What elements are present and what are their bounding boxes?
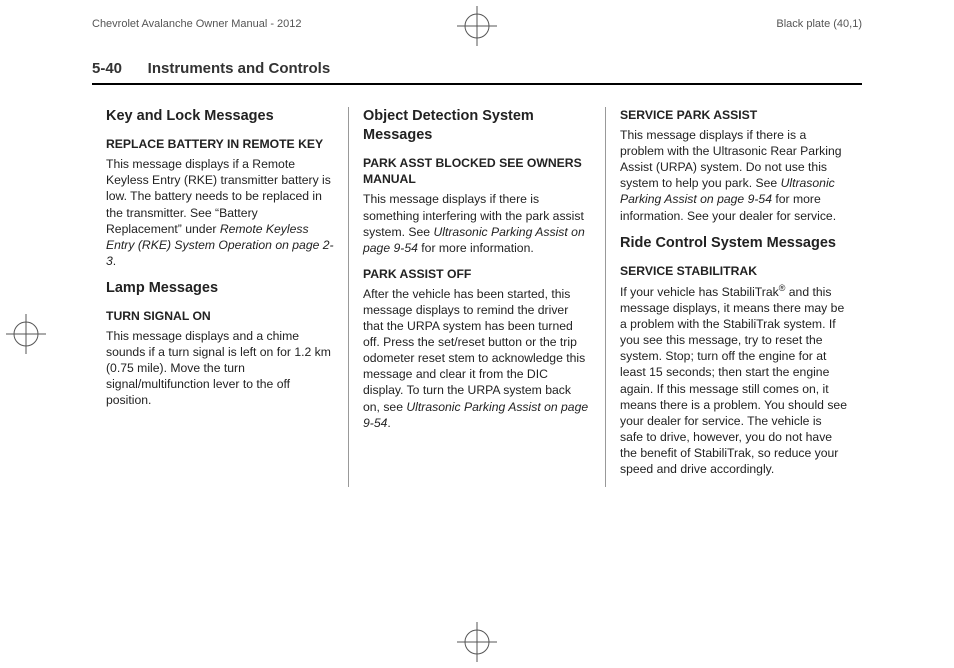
section-title: Instruments and Controls <box>148 60 331 77</box>
msg-body-park-blocked: This message displays if there is someth… <box>363 191 591 255</box>
msg-body-service-stabilitrak: If your vehicle has StabiliTrak® and thi… <box>620 283 848 477</box>
column-2: Object Detection System Messages PARK AS… <box>348 107 605 487</box>
columns: Key and Lock Messages REPLACE BATTERY IN… <box>92 107 862 487</box>
heading-lamp: Lamp Messages <box>106 279 334 298</box>
crop-mark-left-icon <box>6 314 46 354</box>
heading-key-lock: Key and Lock Messages <box>106 107 334 126</box>
text: . <box>387 416 390 430</box>
doc-title: Chevrolet Avalanche Owner Manual - 2012 <box>92 18 302 30</box>
msg-title-replace-battery: REPLACE BATTERY IN REMOTE KEY <box>106 136 334 152</box>
msg-body-park-off: After the vehicle has been started, this… <box>363 286 591 431</box>
text: After the vehicle has been started, this… <box>363 287 585 414</box>
column-1: Key and Lock Messages REPLACE BATTERY IN… <box>92 107 348 487</box>
msg-title-turn-signal: TURN SIGNAL ON <box>106 308 334 324</box>
msg-body-service-park: This message displays if there is a prob… <box>620 127 848 224</box>
crop-mark-bottom-icon <box>457 622 497 662</box>
text: for more information. <box>418 241 534 255</box>
heading-ride-control: Ride Control System Messages <box>620 234 848 253</box>
page-number: 5-40 <box>92 60 122 77</box>
page-content: 5-40 Instruments and Controls Key and Lo… <box>92 60 862 628</box>
crop-mark-top-icon <box>457 6 497 46</box>
msg-body-replace-battery: This message displays if a Remote Keyles… <box>106 156 334 269</box>
msg-title-service-stabilitrak: SERVICE STABILITRAK <box>620 263 848 279</box>
msg-body-turn-signal: This message displays and a chime sounds… <box>106 328 334 408</box>
plate-info: Black plate (40,1) <box>776 18 862 30</box>
running-header: 5-40 Instruments and Controls <box>92 60 862 85</box>
text: If your vehicle has StabiliTrak <box>620 285 779 299</box>
text: and this message displays, it means ther… <box>620 285 847 476</box>
heading-object-detection: Object Detection System Messages <box>363 107 591 145</box>
msg-title-park-off: PARK ASSIST OFF <box>363 266 591 282</box>
msg-title-service-park: SERVICE PARK ASSIST <box>620 107 848 123</box>
column-3: SERVICE PARK ASSIST This message display… <box>605 107 862 487</box>
text: . <box>113 254 116 268</box>
msg-title-park-blocked: PARK ASST BLOCKED SEE OWNERS MANUAL <box>363 155 591 187</box>
